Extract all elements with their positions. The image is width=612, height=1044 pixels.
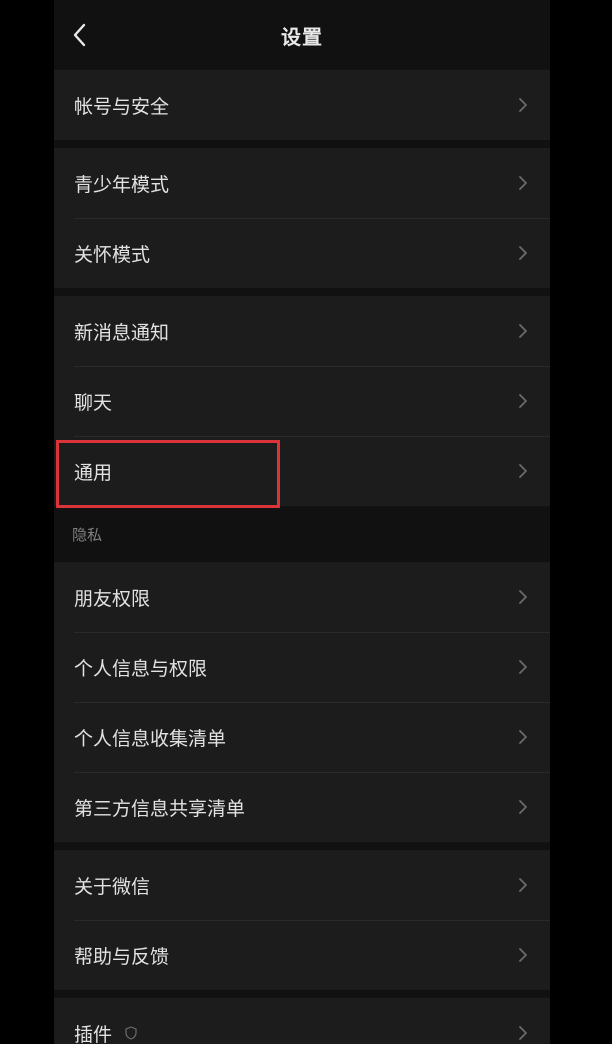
settings-item-personal-info-collection[interactable]: 个人信息收集清单 — [54, 702, 550, 772]
section-header-privacy: 隐私 — [54, 506, 550, 562]
settings-item-account-security[interactable]: 帐号与安全 — [54, 70, 550, 140]
settings-group: 关于微信 帮助与反馈 — [54, 850, 550, 990]
settings-group: 新消息通知 聊天 通用 — [54, 296, 550, 506]
settings-group: 青少年模式 关怀模式 — [54, 148, 550, 288]
settings-item-help-feedback[interactable]: 帮助与反馈 — [54, 920, 550, 990]
chevron-right-icon — [514, 798, 532, 816]
settings-item-chat[interactable]: 聊天 — [54, 366, 550, 436]
settings-item-label: 插件 — [74, 1023, 113, 1044]
back-button[interactable] — [66, 22, 92, 48]
settings-item-about-wechat[interactable]: 关于微信 — [54, 850, 550, 920]
settings-screen: 设置 帐号与安全 青少年模式 关怀模式 新消息通知 聊天 通用 隐私 朋友权限 … — [54, 0, 550, 1044]
chevron-right-icon — [514, 244, 532, 262]
plugin-shield-icon — [124, 1026, 138, 1040]
section-label: 隐私 — [72, 525, 103, 544]
settings-item-personal-info-permissions[interactable]: 个人信息与权限 — [54, 632, 550, 702]
settings-item-friend-permissions[interactable]: 朋友权限 — [54, 562, 550, 632]
settings-item-label: 朋友权限 — [74, 587, 151, 610]
settings-group: 朋友权限 个人信息与权限 个人信息收集清单 第三方信息共享清单 — [54, 562, 550, 842]
chevron-right-icon — [514, 462, 532, 480]
chevron-right-icon — [514, 392, 532, 410]
settings-item-label: 聊天 — [74, 391, 113, 414]
chevron-right-icon — [514, 322, 532, 340]
page-title: 设置 — [281, 24, 323, 49]
chevron-left-icon — [73, 23, 86, 47]
settings-item-label: 帮助与反馈 — [74, 945, 170, 968]
chevron-right-icon — [514, 658, 532, 676]
settings-item-notifications[interactable]: 新消息通知 — [54, 296, 550, 366]
settings-item-label: 关怀模式 — [74, 243, 151, 266]
chevron-right-icon — [514, 1024, 532, 1042]
settings-group: 插件 — [54, 998, 550, 1044]
chevron-right-icon — [514, 588, 532, 606]
settings-item-label: 通用 — [74, 461, 113, 484]
chevron-right-icon — [514, 96, 532, 114]
settings-item-label: 青少年模式 — [74, 173, 170, 196]
settings-item-general[interactable]: 通用 — [54, 436, 550, 506]
chevron-right-icon — [514, 876, 532, 894]
settings-item-label: 个人信息与权限 — [74, 657, 208, 680]
settings-item-label: 第三方信息共享清单 — [74, 797, 246, 820]
chevron-right-icon — [514, 728, 532, 746]
settings-group: 帐号与安全 — [54, 70, 550, 140]
settings-item-label: 新消息通知 — [74, 321, 170, 344]
settings-item-third-party-sharing[interactable]: 第三方信息共享清单 — [54, 772, 550, 842]
settings-item-label: 关于微信 — [74, 875, 151, 898]
nav-bar: 设置 — [54, 0, 550, 70]
settings-item-label: 帐号与安全 — [74, 95, 170, 118]
settings-item-label: 个人信息收集清单 — [74, 727, 227, 750]
settings-item-teen-mode[interactable]: 青少年模式 — [54, 148, 550, 218]
settings-item-plugins[interactable]: 插件 — [54, 998, 550, 1044]
chevron-right-icon — [514, 946, 532, 964]
settings-item-care-mode[interactable]: 关怀模式 — [54, 218, 550, 288]
chevron-right-icon — [514, 174, 532, 192]
